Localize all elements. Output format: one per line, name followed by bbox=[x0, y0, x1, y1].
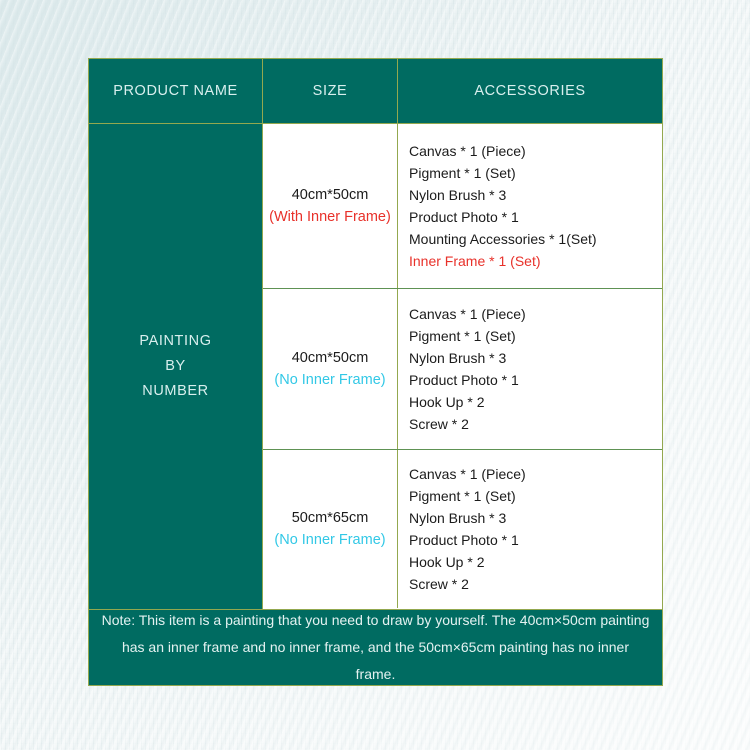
header-cell-size: SIZE bbox=[263, 59, 398, 123]
accessory-item: Pigment * 1 (Set) bbox=[409, 165, 516, 181]
size-dimension: 40cm*50cm bbox=[291, 350, 369, 366]
accessory-item-highlighted: Inner Frame * 1 (Set) bbox=[409, 253, 541, 269]
size-cell: 40cm*50cm (With Inner Frame) bbox=[263, 124, 398, 288]
product-name-cell: PAINTING BY NUMBER bbox=[89, 124, 263, 609]
accessory-item: Nylon Brush * 3 bbox=[409, 350, 507, 366]
size-cell: 50cm*65cm (No Inner Frame) bbox=[263, 450, 398, 608]
variant-rows: 40cm*50cm (With Inner Frame) Canvas * 1 … bbox=[263, 124, 662, 609]
size-dimension: 40cm*50cm bbox=[291, 187, 369, 203]
header-cell-product-name: PRODUCT NAME bbox=[89, 59, 263, 123]
accessory-item: Screw * 2 bbox=[409, 576, 469, 592]
accessories-cell: Canvas * 1 (Piece) Pigment * 1 (Set) Nyl… bbox=[398, 289, 662, 449]
note-bar: Note: This item is a painting that you n… bbox=[89, 609, 662, 685]
accessory-item: Pigment * 1 (Set) bbox=[409, 488, 516, 504]
size-frame-note: (No Inner Frame) bbox=[274, 532, 386, 548]
accessory-item: Nylon Brush * 3 bbox=[409, 510, 507, 526]
accessory-item: Nylon Brush * 3 bbox=[409, 187, 507, 203]
accessory-item: Canvas * 1 (Piece) bbox=[409, 466, 526, 482]
accessory-item: Canvas * 1 (Piece) bbox=[409, 306, 526, 322]
size-frame-note: (With Inner Frame) bbox=[269, 209, 391, 225]
size-dimension: 50cm*65cm bbox=[291, 510, 369, 526]
accessory-item: Screw * 2 bbox=[409, 416, 469, 432]
table-row: 40cm*50cm (No Inner Frame) Canvas * 1 (P… bbox=[263, 288, 662, 449]
header-cell-accessories: ACCESSORIES bbox=[474, 83, 586, 99]
table-header-row: PRODUCT NAME SIZE ACCESSORIES bbox=[89, 59, 662, 123]
accessory-item: Canvas * 1 (Piece) bbox=[409, 143, 526, 159]
table-body: PAINTING BY NUMBER 40cm*50cm (With Inner… bbox=[89, 123, 662, 609]
note-text: Note: This item is a painting that you n… bbox=[101, 612, 650, 682]
accessory-item: Product Photo * 1 bbox=[409, 532, 519, 548]
accessory-item: Mounting Accessories * 1(Set) bbox=[409, 231, 597, 247]
product-name-line-2: BY bbox=[165, 358, 186, 374]
accessory-item: Hook Up * 2 bbox=[409, 554, 485, 570]
accessories-cell: Canvas * 1 (Piece) Pigment * 1 (Set) Nyl… bbox=[398, 450, 662, 608]
product-name-line-1: PAINTING bbox=[139, 333, 212, 349]
table-row: 40cm*50cm (With Inner Frame) Canvas * 1 … bbox=[263, 124, 662, 288]
accessory-item: Hook Up * 2 bbox=[409, 394, 485, 410]
accessory-item: Product Photo * 1 bbox=[409, 372, 519, 388]
product-name-line-3: NUMBER bbox=[142, 383, 209, 399]
accessory-item: Pigment * 1 (Set) bbox=[409, 328, 516, 344]
accessories-cell: Canvas * 1 (Piece) Pigment * 1 (Set) Nyl… bbox=[398, 124, 662, 288]
table-row: 50cm*65cm (No Inner Frame) Canvas * 1 (P… bbox=[263, 449, 662, 608]
size-cell: 40cm*50cm (No Inner Frame) bbox=[263, 289, 398, 449]
product-specification-table: PRODUCT NAME SIZE ACCESSORIES PAINTING B… bbox=[88, 58, 663, 686]
accessory-item: Product Photo * 1 bbox=[409, 209, 519, 225]
size-frame-note: (No Inner Frame) bbox=[274, 372, 386, 388]
